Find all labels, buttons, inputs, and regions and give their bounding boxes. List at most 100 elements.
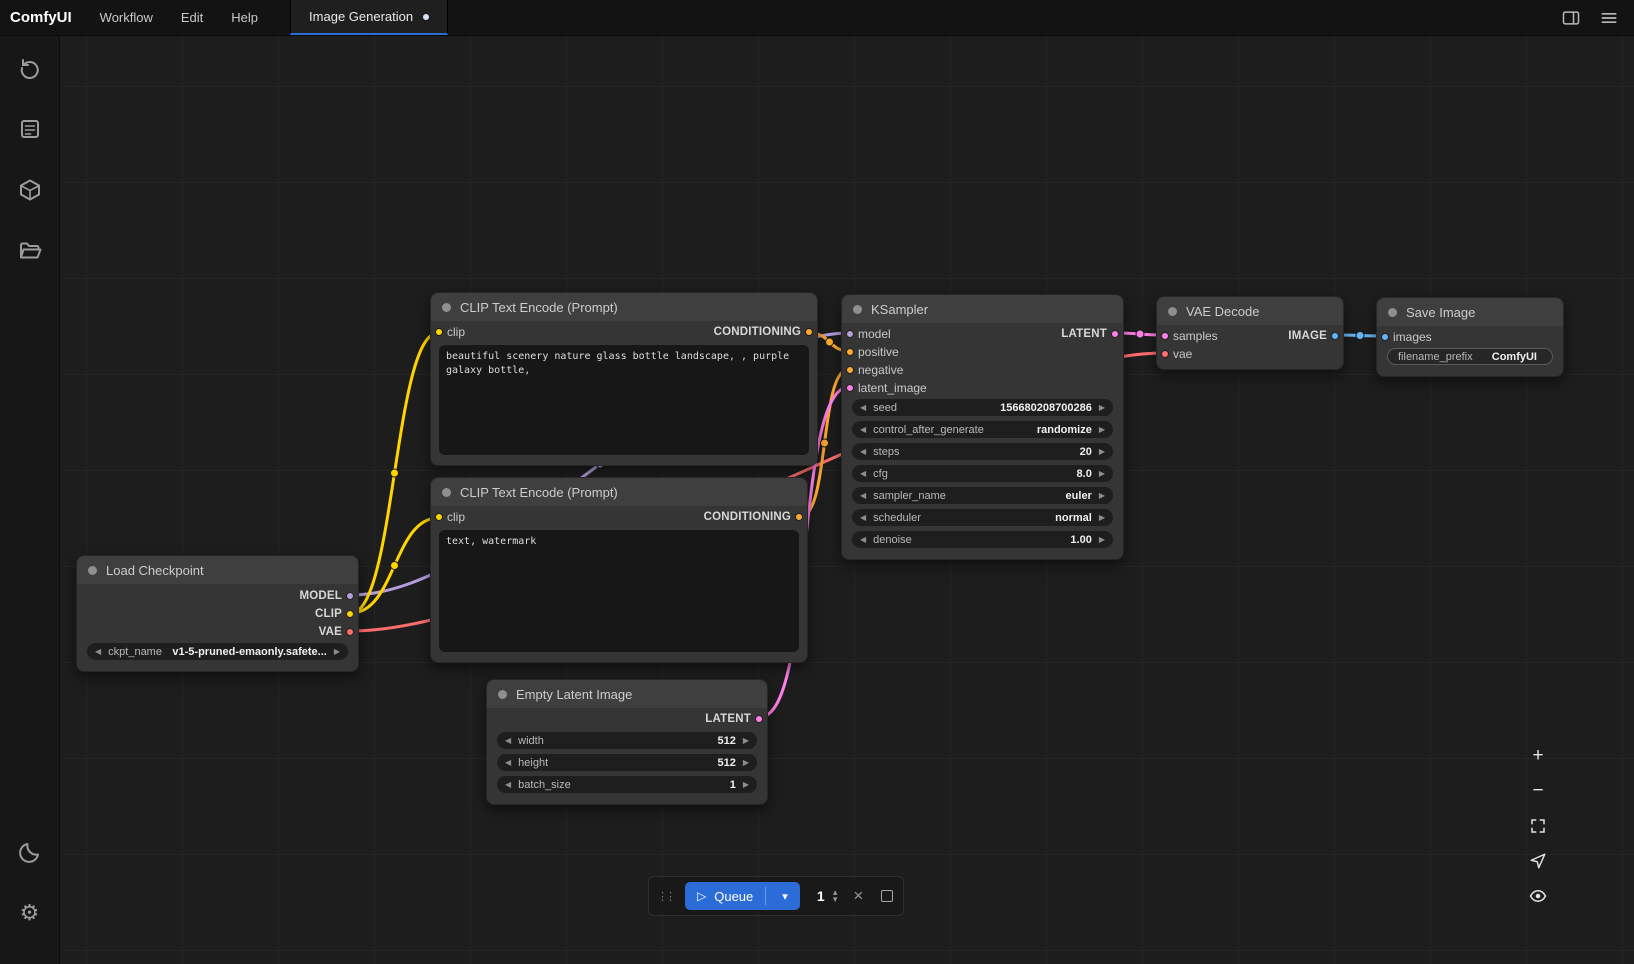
widget-prev-icon[interactable]: ◀ [860,448,866,456]
batch-count-value[interactable]: 1 [814,888,828,904]
widget-prev-icon[interactable]: ◀ [505,759,511,767]
fit-view-button[interactable] [1524,812,1552,840]
height-widget[interactable]: ◀ height 512 ▶ [497,754,757,771]
output-slot-vae[interactable] [346,628,354,636]
widget-prev-icon[interactable]: ◀ [860,404,866,412]
menu-item-help[interactable]: Help [217,0,272,35]
clear-queue-icon[interactable]: × [847,886,869,906]
widget-next-icon[interactable]: ▶ [1099,492,1105,500]
steps-widget[interactable]: ◀ steps 20 ▶ [852,443,1113,460]
widget-next-icon[interactable]: ▶ [1099,514,1105,522]
menu-item-workflow[interactable]: Workflow [86,0,167,35]
tab-image-generation[interactable]: Image Generation [290,0,448,35]
input-slot-vae[interactable] [1161,350,1169,358]
node-save-image[interactable]: Save Image images filename_prefix ComfyU… [1376,297,1564,377]
collapse-toggle-dot[interactable] [88,566,97,575]
model-library-button[interactable] [12,172,48,208]
input-slot-clip[interactable] [435,328,443,336]
workflows-browser-button[interactable] [12,233,48,269]
collapse-toggle-dot[interactable] [442,303,451,312]
denoise-widget[interactable]: ◀ denoise 1.00 ▶ [852,531,1113,548]
sampler-name-widget[interactable]: ◀ sampler_name euler ▶ [852,487,1113,504]
settings-button[interactable]: ⚙ [12,895,48,931]
collapse-toggle-dot[interactable] [1168,307,1177,316]
widget-prev-icon[interactable]: ◀ [860,426,866,434]
output-slot-conditioning[interactable] [795,513,803,521]
width-widget[interactable]: ◀ width 512 ▶ [497,732,757,749]
widget-next-icon[interactable]: ▶ [1099,536,1105,544]
collapse-toggle-dot[interactable] [1388,308,1397,317]
input-slot-positive[interactable] [846,348,854,356]
widget-next-icon[interactable]: ▶ [334,648,340,656]
widget-prev-icon[interactable]: ◀ [860,470,866,478]
node-header[interactable]: VAE Decode [1157,297,1343,325]
widget-prev-icon[interactable]: ◀ [505,737,511,745]
menu-item-edit[interactable]: Edit [167,0,217,35]
scheduler-widget[interactable]: ◀ scheduler normal ▶ [852,509,1113,526]
output-slot-latent[interactable] [1111,330,1119,338]
output-slot-image[interactable] [1331,332,1339,340]
widget-next-icon[interactable]: ▶ [1099,448,1105,456]
ckpt-name-widget[interactable]: ◀ ckpt_name v1-5-pruned-emaonly.safete..… [87,643,348,660]
node-vae-decode[interactable]: VAE Decode samples IMAGE vae [1156,296,1344,370]
collapse-toggle-dot[interactable] [442,488,451,497]
node-header[interactable]: Load Checkpoint [77,556,358,584]
input-slot-model[interactable] [846,330,854,338]
batch-decrement-icon[interactable]: ▾ [833,896,838,903]
select-mode-button[interactable] [1524,847,1552,875]
node-ksampler[interactable]: KSampler model LATENT positive negative … [841,294,1124,560]
node-header[interactable]: Empty Latent Image [487,680,767,708]
collapse-toggle-dot[interactable] [498,690,507,699]
batch-size-widget[interactable]: ◀ batch_size 1 ▶ [497,776,757,793]
output-slot-latent[interactable] [755,715,763,723]
node-empty-latent-image[interactable]: Empty Latent Image LATENT ◀ width 512 ▶ … [486,679,768,805]
widget-next-icon[interactable]: ▶ [1099,404,1105,412]
widget-prev-icon[interactable]: ◀ [860,536,866,544]
node-clip-text-encode-negative[interactable]: CLIP Text Encode (Prompt) clip CONDITION… [430,477,808,663]
drag-handle-icon[interactable]: ⋮⋮ [655,890,675,903]
zoom-in-button[interactable]: + [1524,742,1552,770]
widget-prev-icon[interactable]: ◀ [95,648,101,656]
collapse-toggle-dot[interactable] [853,305,862,314]
toggle-visibility-button[interactable] [1524,882,1552,910]
node-load-checkpoint[interactable]: Load Checkpoint MODEL CLIP VAE ◀ ckpt_na… [76,555,359,672]
input-slot-images[interactable] [1381,333,1389,341]
cfg-widget[interactable]: ◀ cfg 8.0 ▶ [852,465,1113,482]
input-slot-samples[interactable] [1161,332,1169,340]
node-header[interactable]: Save Image [1377,298,1563,326]
stop-queue-icon[interactable] [881,890,893,902]
node-graph-canvas[interactable] [0,0,1634,964]
prompt-text-area[interactable]: beautiful scenery nature glass bottle la… [439,345,809,455]
filename-prefix-widget[interactable]: filename_prefix ComfyUI [1387,348,1553,365]
widget-prev-icon[interactable]: ◀ [860,514,866,522]
theme-toggle-button[interactable] [12,834,48,870]
prompt-text-area[interactable]: text, watermark [439,530,799,652]
output-slot-model[interactable] [346,592,354,600]
widget-next-icon[interactable]: ▶ [743,781,749,789]
workflow-history-button[interactable] [12,50,48,86]
node-library-button[interactable] [12,111,48,147]
input-slot-negative[interactable] [846,366,854,374]
node-clip-text-encode-positive[interactable]: CLIP Text Encode (Prompt) clip CONDITION… [430,292,818,466]
node-header[interactable]: KSampler [842,295,1123,323]
toggle-panel-button[interactable] [1560,7,1582,29]
input-slot-latent-image[interactable] [846,384,854,392]
queue-options-chevron-icon[interactable]: ▾ [774,890,796,903]
widget-next-icon[interactable]: ▶ [743,759,749,767]
widget-next-icon[interactable]: ▶ [743,737,749,745]
queue-button[interactable]: ▷ Queue ▾ [685,882,800,910]
widget-next-icon[interactable]: ▶ [1099,470,1105,478]
main-menu-button[interactable] [1598,7,1620,29]
app-logo[interactable]: ComfyUI [0,0,86,35]
widget-prev-icon[interactable]: ◀ [860,492,866,500]
widget-next-icon[interactable]: ▶ [1099,426,1105,434]
seed-widget[interactable]: ◀ seed 156680208700286 ▶ [852,399,1113,416]
input-slot-clip[interactable] [435,513,443,521]
node-header[interactable]: CLIP Text Encode (Prompt) [431,293,817,321]
node-header[interactable]: CLIP Text Encode (Prompt) [431,478,807,506]
control-after-generate-widget[interactable]: ◀ control_after_generate randomize ▶ [852,421,1113,438]
output-slot-clip[interactable] [346,610,354,618]
widget-prev-icon[interactable]: ◀ [505,781,511,789]
zoom-out-button[interactable]: − [1524,777,1552,805]
output-slot-conditioning[interactable] [805,328,813,336]
